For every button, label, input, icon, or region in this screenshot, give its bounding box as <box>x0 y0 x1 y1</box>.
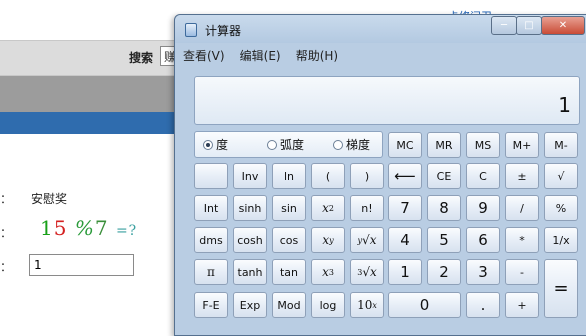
sqrt-button[interactable]: √ <box>544 163 578 189</box>
percent-button[interactable]: % <box>544 195 578 221</box>
sin-button[interactable]: sin <box>272 195 306 221</box>
row-label: ： <box>0 226 13 240</box>
digit-9-button[interactable]: 9 <box>466 195 500 221</box>
ten-power-x-button[interactable]: 10 x <box>350 292 384 318</box>
mc-button[interactable]: MC <box>388 132 422 158</box>
menu-view[interactable]: 查看(V) <box>183 46 225 66</box>
result-display: 1 <box>194 76 580 125</box>
backspace-button[interactable]: ⟵ <box>388 163 422 189</box>
divide-button[interactable]: / <box>505 195 539 221</box>
exp-button[interactable]: Exp <box>233 292 267 318</box>
prize-text: 安慰奖 <box>31 192 68 206</box>
backspace-icon: ⟵ <box>394 167 416 185</box>
menu-edit[interactable]: 编辑(E) <box>240 46 281 66</box>
digit-6-button[interactable]: 6 <box>466 227 500 253</box>
display-value: 1 <box>558 93 571 117</box>
mr-button[interactable]: MR <box>427 132 461 158</box>
reciprocal-button[interactable]: 1/x <box>544 227 578 253</box>
log-button[interactable]: log <box>311 292 345 318</box>
decimal-button[interactable]: . <box>466 292 500 318</box>
ce-button[interactable]: CE <box>427 163 461 189</box>
angle-mode-group: 度 弧度 梯度 <box>194 131 383 158</box>
maximize-icon: □ <box>524 20 534 31</box>
radio-degrees[interactable]: 度 <box>203 138 228 152</box>
factorial-button[interactable]: n! <box>350 195 384 221</box>
digit-5-button[interactable]: 5 <box>427 227 461 253</box>
cube-root-button[interactable]: 3 √ x <box>350 259 384 285</box>
search-label: 搜索 <box>129 51 154 65</box>
title-bar[interactable]: 计算器 ─ □ ✕ <box>175 15 586 43</box>
add-button[interactable]: + <box>505 292 539 318</box>
window-title: 计算器 <box>205 24 242 38</box>
mod-button[interactable]: Mod <box>272 292 306 318</box>
radio-icon <box>333 140 343 150</box>
digit-7-button[interactable]: 7 <box>388 195 422 221</box>
digit-2-button[interactable]: 2 <box>427 259 461 285</box>
captcha-answer-input[interactable]: 1 <box>29 254 134 276</box>
x-power-y-button[interactable]: xy <box>311 227 345 253</box>
digit-3-button[interactable]: 3 <box>466 259 500 285</box>
tanh-button[interactable]: tanh <box>233 259 267 285</box>
ms-button[interactable]: MS <box>466 132 500 158</box>
close-icon: ✕ <box>558 20 568 31</box>
m-minus-button[interactable]: M- <box>544 132 578 158</box>
digit-4-button[interactable]: 4 <box>388 227 422 253</box>
digit-0-button[interactable]: 0 <box>388 292 461 318</box>
menu-bar: 查看(V) 编辑(E) 帮助(H) <box>183 45 348 65</box>
cosh-button[interactable]: cosh <box>233 227 267 253</box>
maximize-button[interactable]: □ <box>516 16 542 35</box>
menu-help[interactable]: 帮助(H) <box>296 46 338 66</box>
calculator-window: 计算器 ─ □ ✕ 查看(V) 编辑(E) 帮助(H) 1 度 弧度 梯度 MC… <box>174 14 586 336</box>
subtract-button[interactable]: - <box>505 259 539 285</box>
c-button[interactable]: C <box>466 163 500 189</box>
radio-gradians[interactable]: 梯度 <box>333 138 370 152</box>
pi-button[interactable]: π <box>194 259 228 285</box>
x-cubed-button[interactable]: x3 <box>311 259 345 285</box>
ln-button[interactable]: ln <box>272 163 306 189</box>
cos-button[interactable]: cos <box>272 227 306 253</box>
int-button[interactable]: Int <box>194 195 228 221</box>
left-paren-button[interactable]: ( <box>311 163 345 189</box>
digit-1-button[interactable]: 1 <box>388 259 422 285</box>
radio-selected-icon <box>203 140 213 150</box>
y-root-x-button[interactable]: y √ x <box>350 227 384 253</box>
row-label: ： <box>0 192 13 206</box>
tan-button[interactable]: tan <box>272 259 306 285</box>
calculator-icon <box>185 23 197 37</box>
plus-minus-button[interactable]: ± <box>505 163 539 189</box>
digit-8-button[interactable]: 8 <box>427 195 461 221</box>
multiply-button[interactable]: * <box>505 227 539 253</box>
minimize-icon: ─ <box>500 20 508 31</box>
radio-radians[interactable]: 弧度 <box>267 138 304 152</box>
minimize-button[interactable]: ─ <box>491 16 517 35</box>
radio-icon <box>267 140 277 150</box>
inv-button[interactable]: Inv <box>233 163 267 189</box>
close-button[interactable]: ✕ <box>541 16 585 35</box>
row-label: ： <box>0 260 13 274</box>
right-paren-button[interactable]: ) <box>350 163 384 189</box>
sinh-button[interactable]: sinh <box>233 195 267 221</box>
fe-button[interactable]: F-E <box>194 292 228 318</box>
equals-button[interactable]: = <box>544 259 578 318</box>
m-plus-button[interactable]: M+ <box>505 132 539 158</box>
blank-button[interactable] <box>194 163 228 189</box>
captcha-image: 15 %7 =? <box>40 216 138 240</box>
x-squared-button[interactable]: x2 <box>311 195 345 221</box>
dms-button[interactable]: dms <box>194 227 228 253</box>
